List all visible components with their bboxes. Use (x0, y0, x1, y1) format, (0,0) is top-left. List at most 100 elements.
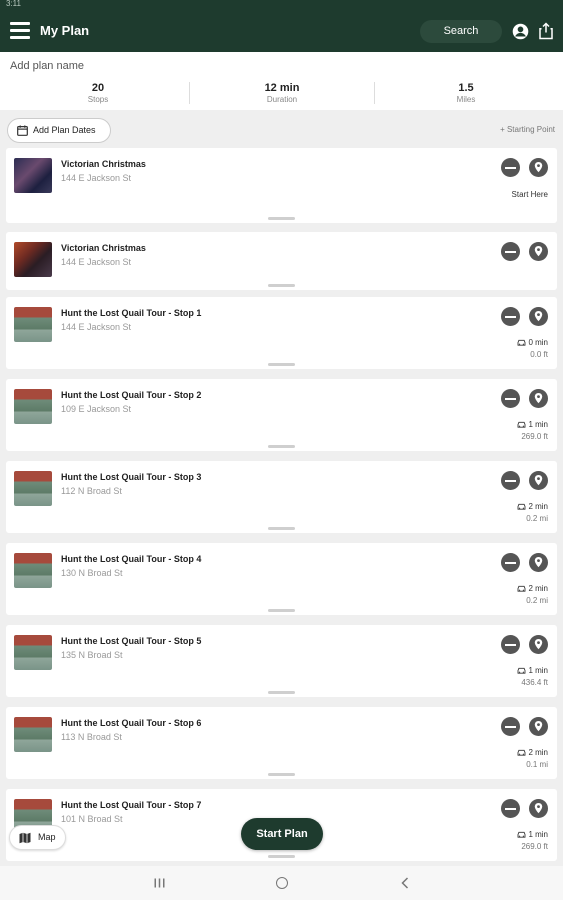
drive-time: 1 min (517, 830, 548, 839)
stat-stops: 20 Stops (5, 82, 191, 104)
stop-card[interactable]: Hunt the Lost Quail Tour - Stop 5 135 N B… (6, 625, 557, 697)
plan-header: Add plan name 20 Stops 12 min Duration 1… (0, 52, 563, 110)
drive-time-value: 2 min (528, 584, 548, 593)
car-icon (518, 503, 526, 510)
share-icon[interactable] (538, 22, 554, 40)
drag-handle[interactable] (268, 284, 295, 287)
distance: 0.2 mi (526, 596, 548, 605)
map-pin-icon[interactable] (529, 389, 548, 408)
stop-card[interactable]: Hunt the Lost Quail Tour - Stop 1 144 E J… (6, 297, 557, 369)
stat-value: 12 min (264, 82, 300, 94)
drive-time: 0 min (517, 338, 548, 347)
stop-card[interactable]: Hunt the Lost Quail Tour - Stop 3 112 N B… (6, 461, 557, 533)
stop-title: Hunt the Lost Quail Tour - Stop 2 (61, 390, 202, 400)
remove-icon[interactable] (501, 158, 520, 177)
stop-thumbnail (14, 158, 52, 193)
drag-handle[interactable] (268, 527, 295, 530)
map-pin-icon[interactable] (529, 242, 548, 261)
remove-icon[interactable] (501, 307, 520, 326)
search-button[interactable]: Search (420, 20, 502, 43)
map-pin-icon[interactable] (529, 717, 548, 736)
map-pin-icon[interactable] (529, 553, 548, 572)
map-pin-icon[interactable] (529, 158, 548, 177)
menu-icon[interactable] (10, 22, 30, 40)
system-nav-bar (0, 866, 563, 900)
page-title: My Plan (40, 23, 90, 38)
drive-time: 2 min (517, 584, 548, 593)
stat-label: Duration (266, 95, 298, 104)
app-bar: My Plan Search (0, 10, 563, 52)
remove-icon[interactable] (501, 717, 520, 736)
drag-handle[interactable] (268, 445, 295, 448)
map-pin-icon[interactable] (529, 635, 548, 654)
status-time: 3:11 (6, 0, 21, 8)
drag-handle[interactable] (268, 217, 295, 220)
recents-icon[interactable] (154, 878, 165, 888)
drive-time: 1 min (517, 666, 548, 675)
stop-title: Hunt the Lost Quail Tour - Stop 1 (61, 308, 202, 318)
drive-time-value: 1 min (528, 666, 548, 675)
remove-icon[interactable] (501, 471, 520, 490)
stat-value: 20 (91, 82, 105, 94)
map-pin-icon[interactable] (529, 799, 548, 818)
map-button[interactable]: Map (9, 825, 66, 850)
stop-thumbnail (14, 471, 52, 506)
stop-thumbnail (14, 553, 52, 588)
stop-title: Victorian Christmas (61, 243, 146, 253)
stop-card[interactable]: Hunt the Lost Quail Tour - Stop 2 109 E J… (6, 379, 557, 451)
stop-address: 144 E Jackson St (61, 257, 132, 267)
map-pin-icon[interactable] (529, 471, 548, 490)
stop-thumbnail (14, 635, 52, 670)
stop-title: Hunt the Lost Quail Tour - Stop 5 (61, 636, 202, 646)
stop-thumbnail (14, 389, 52, 424)
add-plan-dates-label: Add Plan Dates (33, 125, 96, 135)
stop-card[interactable]: Victorian Christmas 144 E Jackson St (6, 232, 557, 290)
stop-address: 101 N Broad St (61, 814, 123, 824)
calendar-icon (17, 125, 28, 136)
drag-handle[interactable] (268, 855, 295, 858)
stop-card[interactable]: Hunt the Lost Quail Tour - Stop 6 113 N B… (6, 707, 557, 779)
start-plan-button[interactable]: Start Plan (241, 818, 323, 850)
drive-time-value: 0 min (528, 338, 548, 347)
drag-handle[interactable] (268, 363, 295, 366)
start-here-label: Start Here (511, 190, 548, 199)
drag-handle[interactable] (268, 773, 295, 776)
remove-icon[interactable] (501, 553, 520, 572)
stop-card[interactable]: Hunt the Lost Quail Tour - Stop 4 130 N B… (6, 543, 557, 615)
distance: 0.1 mi (526, 760, 548, 769)
account-icon[interactable] (512, 23, 529, 40)
plan-name-field[interactable]: Add plan name (10, 60, 84, 72)
stop-address: 109 E Jackson St (61, 404, 132, 414)
stop-address: 130 N Broad St (61, 568, 123, 578)
stop-title: Hunt the Lost Quail Tour - Stop 6 (61, 718, 202, 728)
distance: 269.0 ft (521, 842, 548, 851)
car-icon (518, 339, 526, 346)
distance: 0.0 ft (530, 350, 548, 359)
starting-point-link[interactable]: + Starting Point (500, 125, 555, 134)
drive-time-value: 1 min (528, 420, 548, 429)
stop-card[interactable]: Victorian Christmas 144 E Jackson St Start… (6, 148, 557, 223)
map-pin-icon[interactable] (529, 307, 548, 326)
stop-address: 113 N Broad St (61, 732, 122, 742)
remove-icon[interactable] (501, 242, 520, 261)
remove-icon[interactable] (501, 389, 520, 408)
stop-title: Hunt the Lost Quail Tour - Stop 3 (61, 472, 202, 482)
car-icon (518, 421, 526, 428)
home-icon[interactable] (276, 877, 288, 889)
back-icon[interactable] (400, 877, 410, 889)
car-icon (518, 667, 526, 674)
stop-address: 135 N Broad St (61, 650, 123, 660)
map-label: Map (38, 832, 56, 842)
drag-handle[interactable] (268, 609, 295, 612)
drive-time: 1 min (517, 420, 548, 429)
remove-icon[interactable] (501, 799, 520, 818)
drag-handle[interactable] (268, 691, 295, 694)
stat-label: Miles (456, 95, 476, 104)
add-plan-dates-button[interactable]: Add Plan Dates (7, 118, 111, 143)
stat-value: 1.5 (458, 82, 474, 94)
distance: 269.0 ft (521, 432, 548, 441)
map-icon (19, 832, 31, 844)
remove-icon[interactable] (501, 635, 520, 654)
stat-miles: 1.5 Miles (373, 82, 559, 104)
car-icon (518, 831, 526, 838)
